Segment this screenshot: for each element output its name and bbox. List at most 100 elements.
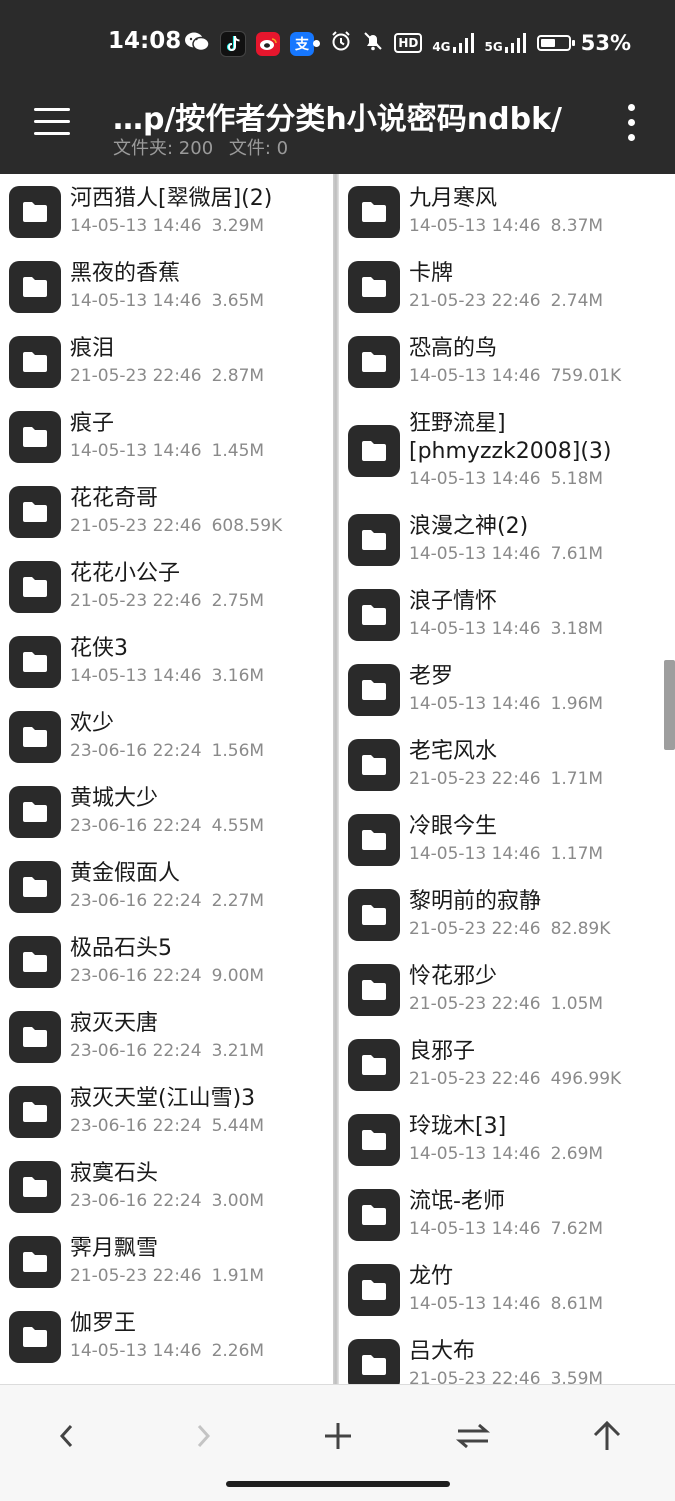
folder-meta: 21-05-23 22:46 496.99K — [409, 1068, 669, 1090]
folder-item[interactable]: 花侠3 14-05-13 14:46 3.16M — [0, 624, 333, 699]
folder-date: 23-06-16 22:24 — [70, 816, 202, 836]
folder-size: 2.69M — [550, 1144, 604, 1164]
folder-meta: 14-05-13 14:46 1.17M — [409, 843, 669, 865]
folder-size: 496.99K — [550, 1069, 622, 1089]
add-button[interactable] — [313, 1411, 363, 1461]
folder-icon — [348, 1189, 400, 1241]
folder-item[interactable]: 欢少 23-06-16 22:24 1.56M — [0, 699, 333, 774]
folder-date: 21-05-23 22:46 — [70, 591, 202, 611]
folder-item[interactable]: 浪子情怀 14-05-13 14:46 3.18M — [339, 577, 675, 652]
folder-item[interactable]: 痕泪 21-05-23 22:46 2.87M — [0, 324, 333, 399]
folder-text: 怜花邪少 21-05-23 22:46 1.05M — [409, 963, 669, 1015]
folder-meta: 21-05-23 22:46 3.59M — [409, 1368, 669, 1384]
folder-icon — [9, 1311, 61, 1363]
folder-item[interactable]: 良邪子 21-05-23 22:46 496.99K — [339, 1027, 675, 1102]
folder-item[interactable]: 伽罗王 14-05-13 14:46 2.26M — [0, 1299, 333, 1374]
folder-item[interactable]: 九月寒风 14-05-13 14:46 8.37M — [339, 174, 675, 249]
folder-item[interactable]: 卡牌 21-05-23 22:46 2.74M — [339, 249, 675, 324]
folder-item[interactable]: 河西猎人[翠微居](2) 14-05-13 14:46 3.29M — [0, 174, 333, 249]
folder-item[interactable]: 狂野流星] [phmyzzk2008](3) 14-05-13 14:46 5.18… — [339, 399, 675, 502]
folder-item[interactable]: 黄金假面人 23-06-16 22:24 2.27M — [0, 849, 333, 924]
alipay-icon: 支 — [290, 32, 314, 56]
folder-name: 老罗 — [409, 664, 454, 689]
folder-item[interactable]: 寂灭天唐 23-06-16 22:24 3.21M — [0, 999, 333, 1074]
weibo-icon — [256, 32, 280, 56]
swap-panes-button[interactable] — [448, 1411, 498, 1461]
folder-date: 21-05-23 22:46 — [409, 769, 541, 789]
folder-date: 14-05-13 14:46 — [409, 844, 541, 864]
folder-item[interactable]: 寂寞石头 23-06-16 22:24 3.00M — [0, 1149, 333, 1224]
home-indicator[interactable] — [226, 1481, 450, 1487]
folder-item[interactable]: 寂灭天堂(江山雪)3 23-06-16 22:24 5.44M — [0, 1074, 333, 1149]
folder-date: 14-05-13 14:46 — [409, 694, 541, 714]
folder-item[interactable]: 痕子 14-05-13 14:46 1.45M — [0, 399, 333, 474]
folder-date: 14-05-13 14:46 — [409, 1219, 541, 1239]
folder-icon — [9, 186, 61, 238]
folder-item[interactable]: 吕大布 21-05-23 22:46 3.59M — [339, 1327, 675, 1384]
up-directory-button[interactable] — [582, 1411, 632, 1461]
folder-icon — [9, 861, 61, 913]
left-file-pane[interactable]: 河西猎人[翠微居](2) 14-05-13 14:46 3.29M 黑夜的香蕉 1… — [0, 174, 333, 1384]
folder-item[interactable]: 冷眼今生 14-05-13 14:46 1.17M — [339, 802, 675, 877]
folder-meta: 23-06-16 22:24 9.00M — [70, 965, 327, 987]
folder-icon — [348, 889, 400, 941]
folder-name: 欢少 — [70, 711, 115, 736]
folder-name: 卡牌 — [409, 261, 454, 286]
folder-item[interactable]: 龙竹 14-05-13 14:46 8.61M — [339, 1252, 675, 1327]
folder-name: 霁月飘雪 — [70, 1236, 159, 1261]
folder-item[interactable]: 流氓-老师 14-05-13 14:46 7.62M — [339, 1177, 675, 1252]
folder-item[interactable]: 黄城大少 23-06-16 22:24 4.55M — [0, 774, 333, 849]
folder-date: 23-06-16 22:24 — [70, 1041, 202, 1061]
folder-item[interactable]: 玲珑木[3] 14-05-13 14:46 2.69M — [339, 1102, 675, 1177]
menu-icon[interactable] — [34, 108, 72, 138]
folder-item[interactable]: 花花小公子 21-05-23 22:46 2.75M — [0, 549, 333, 624]
folder-icon — [348, 1039, 400, 1091]
folder-item[interactable]: 黑夜的香蕉 14-05-13 14:46 3.65M — [0, 249, 333, 324]
folder-item[interactable]: 老宅风水 21-05-23 22:46 1.71M — [339, 727, 675, 802]
dot-icon — [313, 39, 321, 47]
folder-text: 霁月飘雪 21-05-23 22:46 1.91M — [70, 1235, 327, 1287]
folder-name: 恐高的鸟 — [409, 336, 498, 361]
folder-item[interactable]: 花花奇哥 21-05-23 22:46 608.59K — [0, 474, 333, 549]
folder-name: 花花小公子 — [70, 561, 181, 586]
battery-icon — [536, 35, 575, 51]
folder-name: 黎明前的寂静 — [409, 889, 542, 914]
folder-name: 花花奇哥 — [70, 486, 159, 511]
folder-icon — [9, 411, 61, 463]
folder-date: 23-06-16 22:24 — [70, 741, 202, 761]
folder-item[interactable]: 老罗 14-05-13 14:46 1.96M — [339, 652, 675, 727]
back-button[interactable] — [42, 1411, 92, 1461]
tiktok-icon — [220, 31, 246, 57]
folder-item[interactable]: 浪漫之神(2) 14-05-13 14:46 7.61M — [339, 502, 675, 577]
folder-meta: 23-06-16 22:24 1.56M — [70, 740, 327, 762]
folder-icon — [348, 664, 400, 716]
folder-meta: 21-05-23 22:46 608.59K — [70, 515, 327, 537]
add-icon — [325, 1423, 351, 1449]
folder-item[interactable]: 恐高的鸟 14-05-13 14:46 759.01K — [339, 324, 675, 399]
right-file-pane[interactable]: 九月寒风 14-05-13 14:46 8.37M 卡牌 21-05-23 22:… — [339, 174, 675, 1384]
folder-icon — [9, 336, 61, 388]
folder-date: 21-05-23 22:46 — [409, 291, 541, 311]
folder-text: 良邪子 21-05-23 22:46 496.99K — [409, 1038, 669, 1090]
folder-text: 黎明前的寂静 21-05-23 22:46 82.89K — [409, 888, 669, 940]
folder-meta: 14-05-13 14:46 8.61M — [409, 1293, 669, 1315]
folder-meta: 21-05-23 22:46 2.74M — [409, 290, 669, 312]
folder-date: 14-05-13 14:46 — [409, 1144, 541, 1164]
folder-size: 1.96M — [550, 694, 604, 714]
folder-item[interactable]: 黎明前的寂静 21-05-23 22:46 82.89K — [339, 877, 675, 952]
folder-meta: 21-05-23 22:46 1.05M — [409, 993, 669, 1015]
folder-item[interactable]: 极品石头5 23-06-16 22:24 9.00M — [0, 924, 333, 999]
folder-size: 4.55M — [211, 816, 265, 836]
folder-meta: 14-05-13 14:46 8.37M — [409, 215, 669, 237]
scrollbar-thumb[interactable] — [664, 660, 675, 750]
more-options-icon[interactable] — [625, 104, 637, 144]
folder-size: 2.74M — [550, 291, 604, 311]
folder-item[interactable]: 怜花邪少 21-05-23 22:46 1.05M — [339, 952, 675, 1027]
folder-item[interactable]: 霁月飘雪 21-05-23 22:46 1.91M — [0, 1224, 333, 1299]
folder-meta: 14-05-13 14:46 3.29M — [70, 215, 327, 237]
folder-name: 伽罗王 — [70, 1311, 137, 1336]
forward-button[interactable] — [178, 1411, 228, 1461]
folder-size: 3.65M — [211, 291, 265, 311]
folder-date: 23-06-16 22:24 — [70, 1116, 202, 1136]
folder-date: 14-05-13 14:46 — [70, 1341, 202, 1361]
